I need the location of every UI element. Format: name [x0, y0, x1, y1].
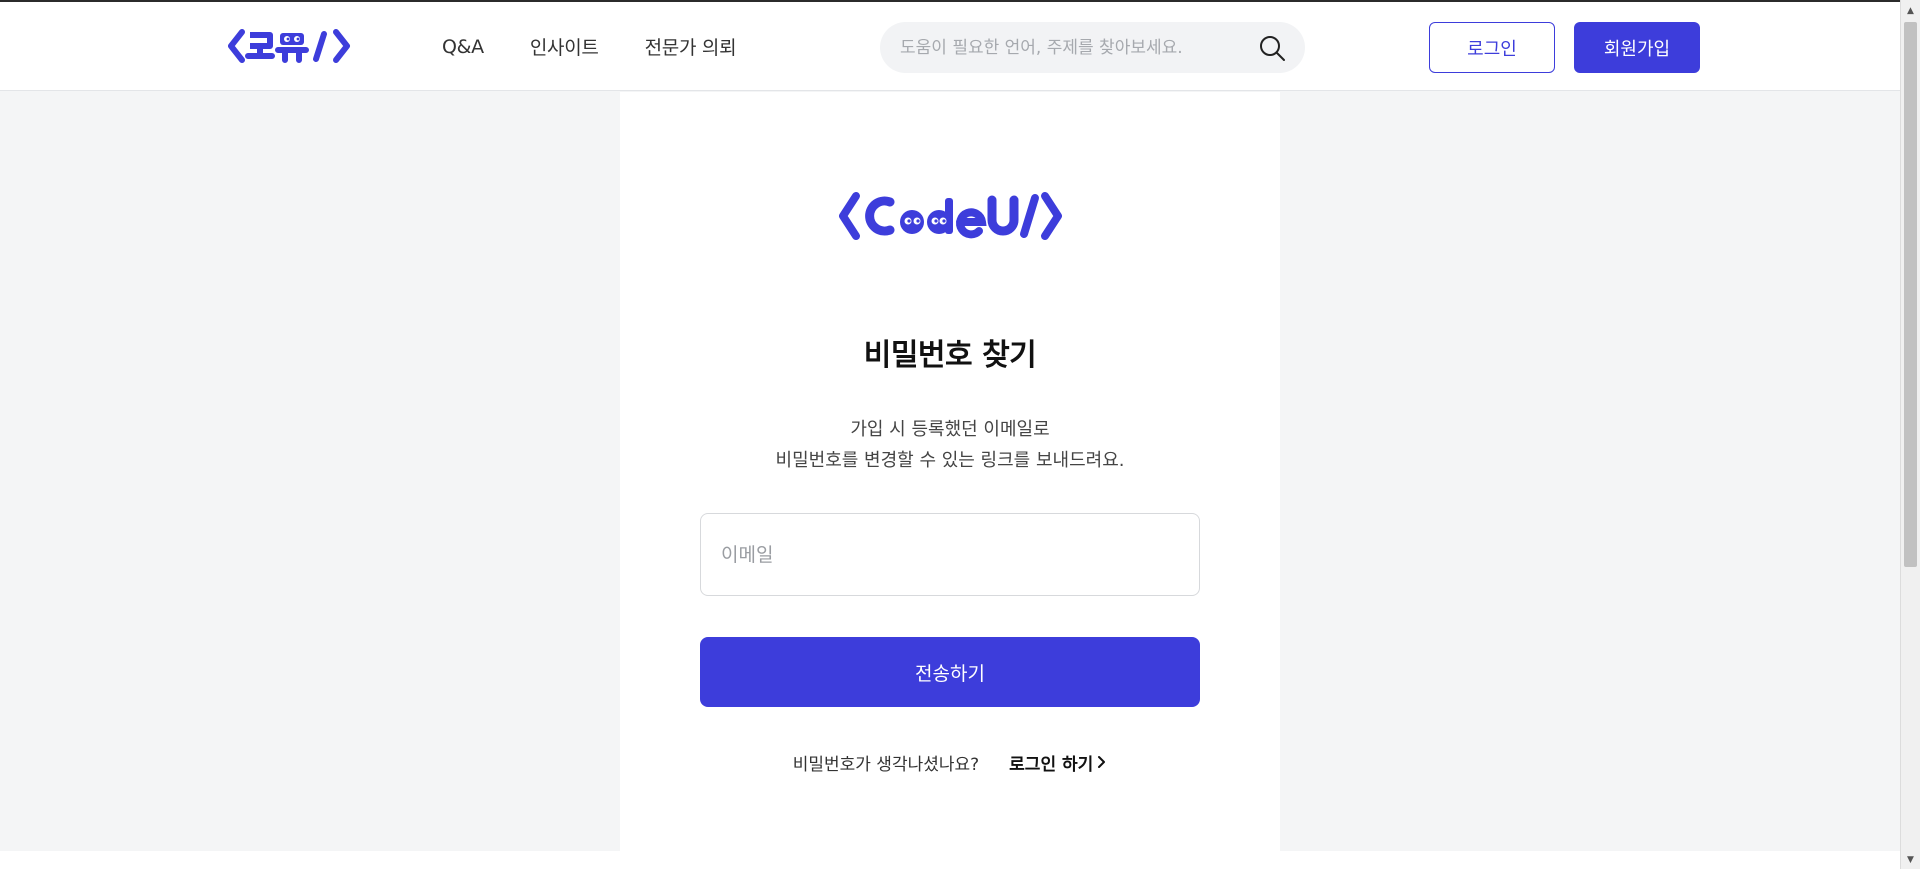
go-to-login-label: 로그인 하기 [1009, 754, 1094, 775]
login-prompt: 비밀번호가 생각나셨나요? 로그인 하기 [620, 747, 1280, 777]
page-title: 비밀번호 찾기 [863, 338, 1037, 373]
page: Q&A 인사이트 전문가 의뢰 로그인 회원가입 [0, 0, 1900, 851]
description-line-1: 가입 시 등록했던 이메일로 [850, 419, 1050, 440]
codeu-logo-icon [839, 192, 1062, 240]
scrollbar-thumb[interactable] [1904, 22, 1917, 567]
top-header: Q&A 인사이트 전문가 의뢰 로그인 회원가입 [0, 2, 1900, 91]
find-password-card: 비밀번호 찾기 가입 시 등록했던 이메일로 비밀번호를 변경할 수 있는 링크… [620, 92, 1280, 851]
vertical-scrollbar[interactable]: ▲ ▼ [1900, 0, 1920, 869]
arrow-down-icon[interactable]: ▼ [1901, 851, 1920, 869]
nav-item-insight[interactable]: 인사이트 [530, 33, 599, 60]
search-icon[interactable] [1257, 33, 1287, 63]
arrow-up-icon[interactable]: ▲ [1901, 2, 1920, 20]
main-nav: Q&A 인사이트 전문가 의뢰 [442, 2, 737, 91]
submit-button[interactable]: 전송하기 [700, 637, 1200, 707]
signup-button[interactable]: 회원가입 [1574, 22, 1700, 73]
remember-password-text: 비밀번호가 생각나셨나요? [792, 754, 980, 775]
chevron-right-icon [1098, 756, 1106, 768]
site-logo[interactable] [228, 26, 360, 66]
login-button[interactable]: 로그인 [1429, 22, 1555, 73]
email-input[interactable] [701, 514, 1199, 595]
komu-logo-icon [228, 29, 350, 63]
go-to-login-link[interactable]: 로그인 하기 [1009, 750, 1107, 775]
email-field-wrapper [700, 513, 1200, 596]
description-line-2: 비밀번호를 변경할 수 있는 링크를 보내드려요. [775, 450, 1125, 471]
codeu-logo [838, 188, 1064, 244]
page-description: 가입 시 등록했던 이메일로 비밀번호를 변경할 수 있는 링크를 보내드려요. [620, 414, 1280, 476]
nav-item-expert-request[interactable]: 전문가 의뢰 [645, 33, 737, 60]
search-bar [880, 22, 1305, 73]
nav-item-qna[interactable]: Q&A [442, 36, 484, 58]
search-input[interactable] [900, 22, 1240, 73]
page-bottom [0, 851, 1900, 869]
